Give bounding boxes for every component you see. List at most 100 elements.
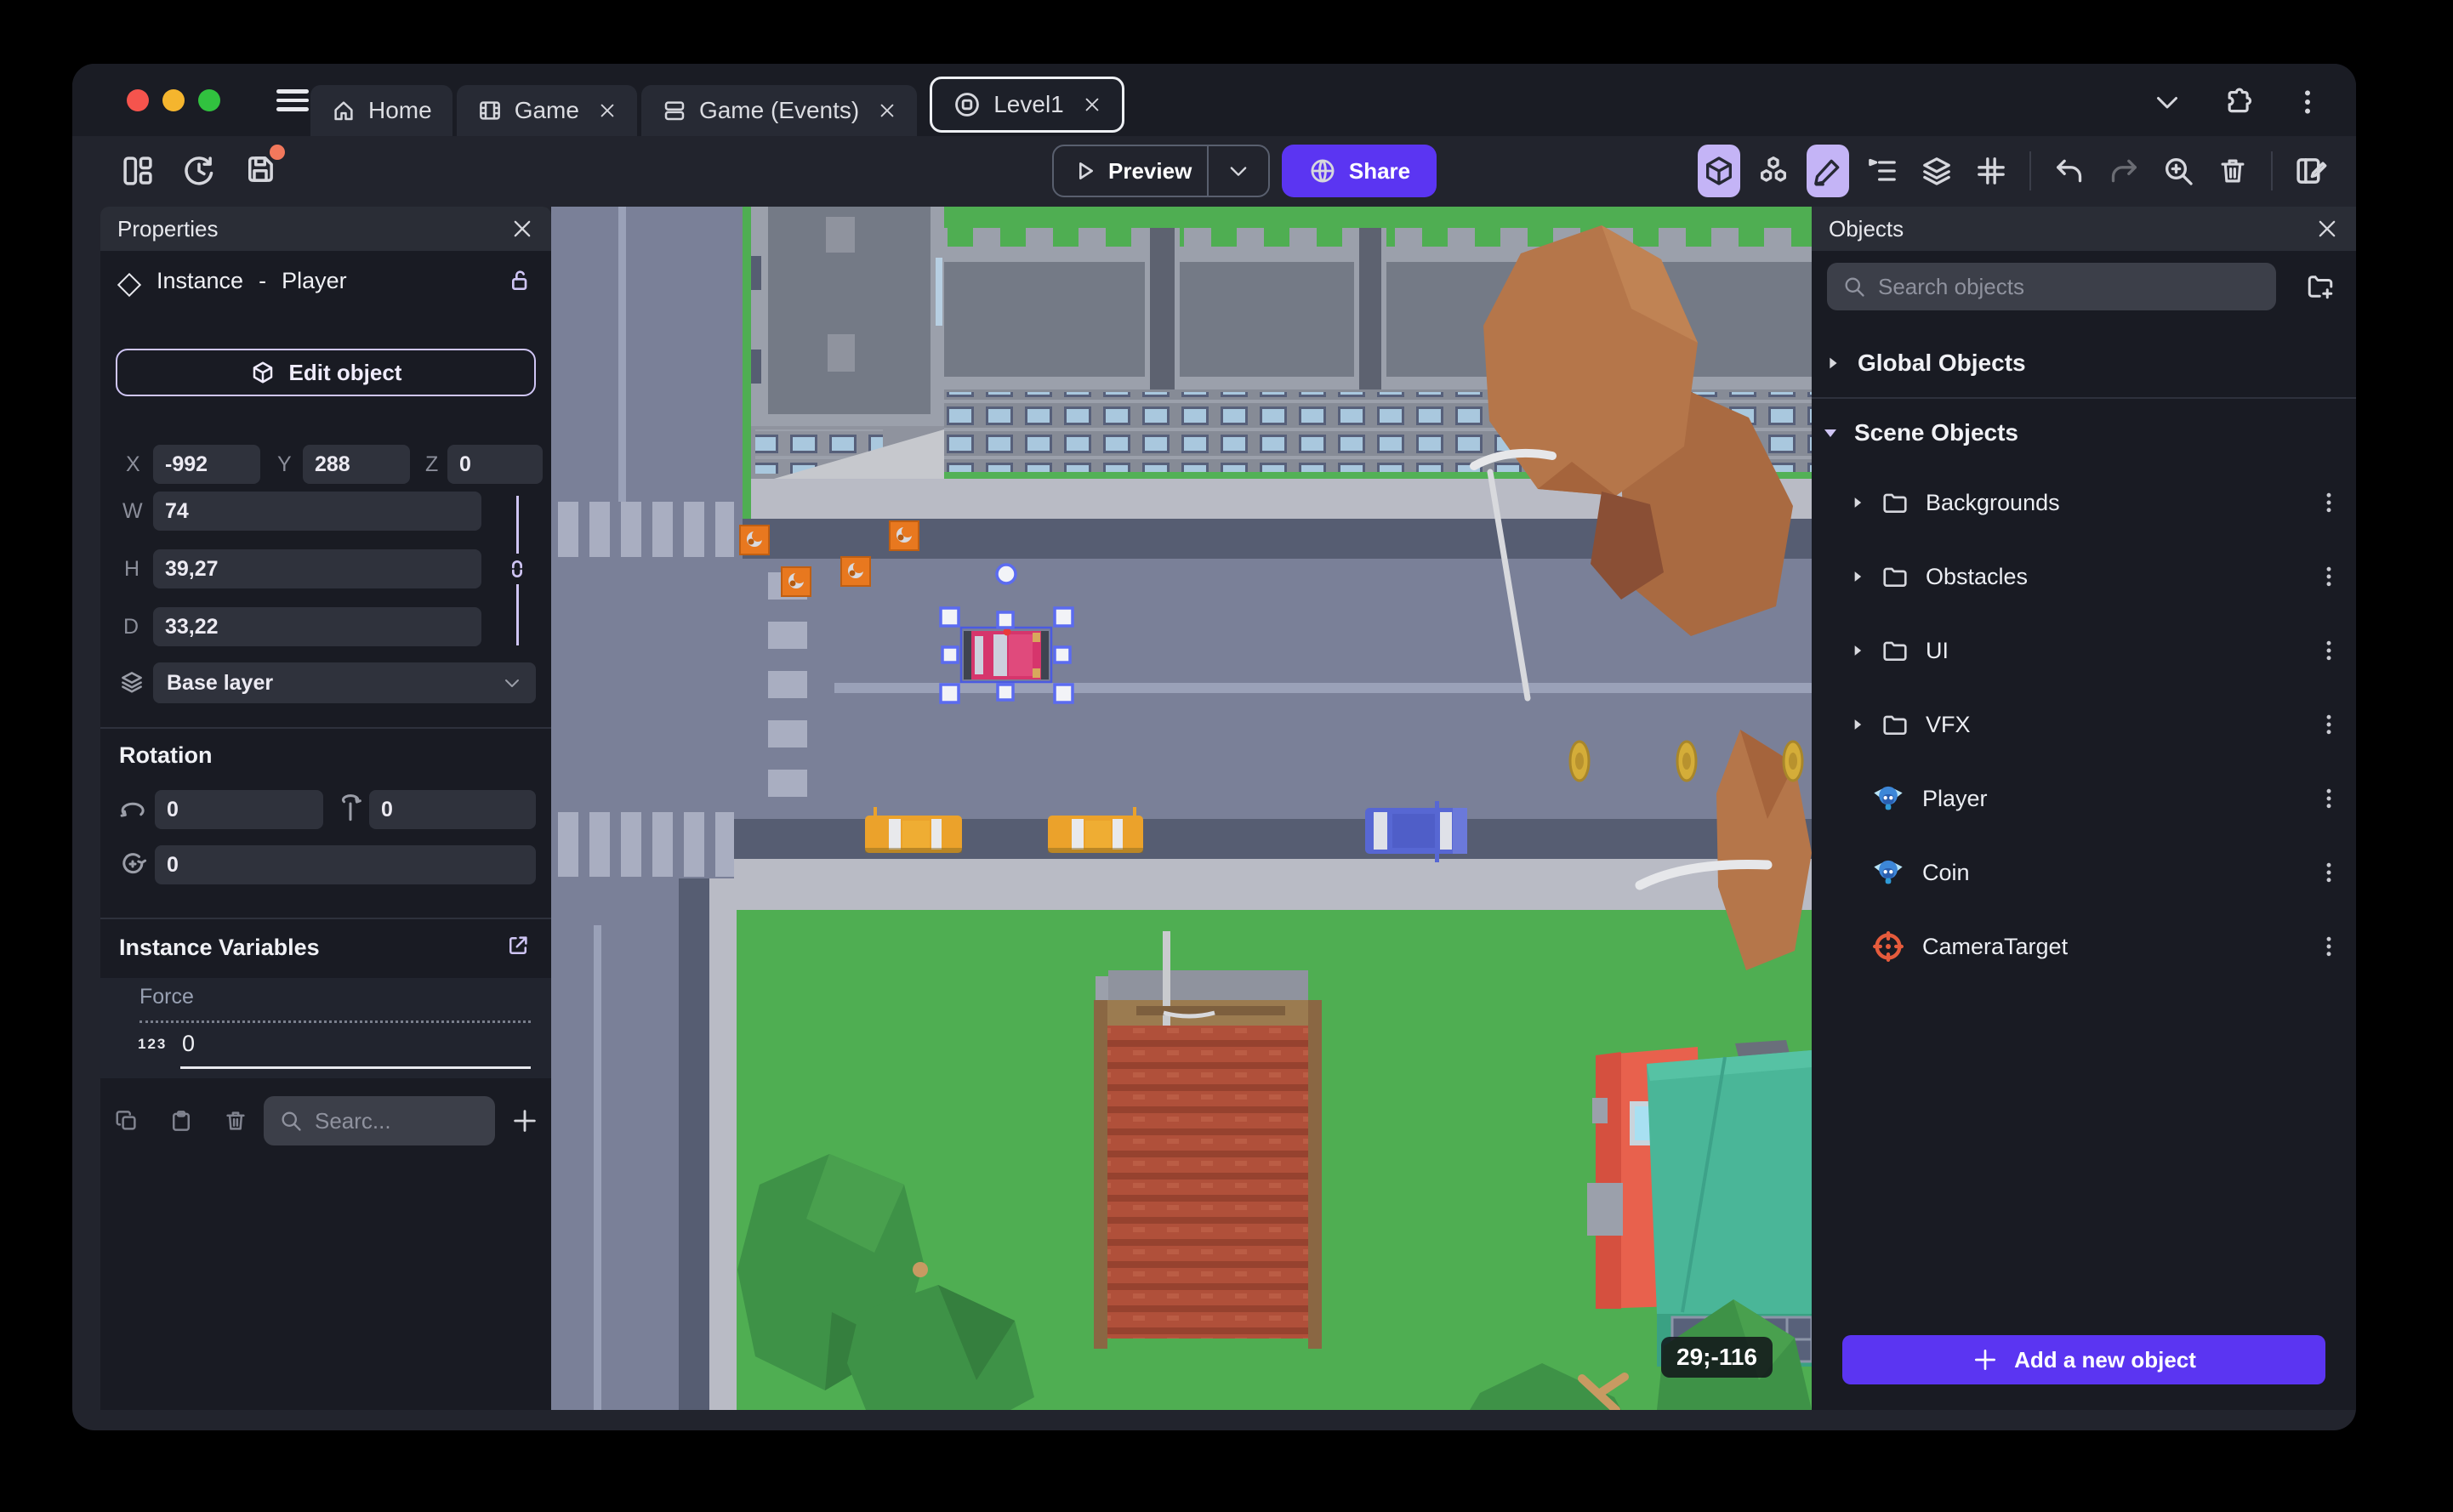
tree-item-coin[interactable]: Coin (1812, 847, 2356, 898)
undo-button[interactable] (2048, 145, 2091, 197)
close-window-button[interactable] (127, 89, 149, 111)
tree-item-label: Backgrounds (1926, 489, 2060, 515)
collapse-tabs-icon[interactable] (2152, 87, 2183, 117)
open-variables-external-icon[interactable] (505, 933, 531, 958)
objects-search[interactable] (1827, 263, 2276, 310)
variable-type-badge: 123 (138, 1036, 168, 1052)
tree-item-label: Coin (1922, 859, 1970, 885)
main-menu-icon[interactable] (276, 84, 309, 117)
section-scene-objects[interactable]: Scene Objects (1812, 406, 2356, 460)
folder-icon (1881, 489, 1909, 516)
globe-icon (1311, 159, 1335, 183)
tab-home[interactable]: Home (310, 85, 452, 136)
layers-icon (1923, 157, 1950, 185)
tab-close-icon[interactable] (1083, 95, 1101, 114)
tab-close-icon[interactable] (878, 101, 896, 120)
maximize-window-button[interactable] (198, 89, 220, 111)
rotate-handle[interactable] (995, 563, 1017, 585)
delete-variable-icon[interactable] (223, 1108, 248, 1134)
section-label: Scene Objects (1854, 419, 2018, 446)
variables-search[interactable] (264, 1096, 495, 1145)
preview-options-button[interactable] (1209, 159, 1268, 183)
game-object-car-blue[interactable] (1365, 801, 1467, 862)
unlock-icon[interactable] (505, 266, 532, 293)
copy-icon[interactable] (114, 1108, 139, 1134)
tab-game-events[interactable]: Game (Events) (640, 85, 918, 136)
item-menu-kebab-icon[interactable] (2317, 491, 2341, 514)
close-properties-icon[interactable] (510, 217, 534, 241)
variables-search-input[interactable] (315, 1107, 456, 1134)
game-object-tower[interactable] (1094, 931, 1322, 1349)
variable-name: Force (139, 985, 194, 1009)
layers-button[interactable] (1915, 145, 1958, 197)
z-input[interactable] (447, 445, 543, 484)
instances-icon-button[interactable] (1752, 145, 1795, 197)
cube-3d-icon (1706, 156, 1732, 185)
w-input[interactable] (153, 492, 481, 531)
item-menu-kebab-icon[interactable] (2317, 861, 2341, 884)
history-icon[interactable] (181, 153, 217, 189)
view-3d-toggle[interactable] (1698, 145, 1740, 197)
tree-item-player[interactable]: Player (1812, 773, 2356, 824)
scene-icon (955, 93, 980, 117)
undo-icon (2057, 159, 2082, 183)
rotation-y-input[interactable] (369, 790, 536, 829)
rotation-x-input[interactable] (155, 790, 323, 829)
x-label: X (126, 452, 140, 476)
tree-item-ui[interactable]: UI (1812, 625, 2356, 676)
tab-close-icon[interactable] (598, 101, 617, 120)
panels-layout-icon[interactable] (120, 153, 156, 189)
object-3d-model-icon (1874, 860, 1903, 884)
open-editor-button[interactable] (2290, 145, 2332, 197)
tab-game[interactable]: Game (456, 85, 637, 136)
variable-row[interactable]: Force 123 0 (100, 978, 551, 1078)
y-input[interactable] (303, 445, 410, 484)
rotate-z-icon (122, 853, 147, 874)
zoom-button[interactable] (2157, 145, 2200, 197)
x-input[interactable] (153, 445, 260, 484)
window-menu-kebab-icon[interactable] (2293, 88, 2322, 117)
rotation-z-input[interactable] (155, 845, 536, 884)
close-objects-icon[interactable] (2315, 217, 2339, 241)
preview-button[interactable]: Preview (1052, 145, 1270, 197)
h-input[interactable] (153, 549, 481, 588)
tree-item-vfx[interactable]: VFX (1812, 699, 2356, 750)
new-folder-icon[interactable] (2305, 271, 2336, 302)
paste-icon[interactable] (168, 1108, 194, 1134)
tree-item-backgrounds[interactable]: Backgrounds (1812, 477, 2356, 528)
scene-canvas[interactable]: 29;-116 (551, 207, 1812, 1410)
layer-select[interactable]: Base layer (153, 662, 536, 703)
tree-item-cameratarget[interactable]: CameraTarget (1812, 921, 2356, 972)
item-menu-kebab-icon[interactable] (2317, 787, 2341, 810)
objects-search-input[interactable] (1878, 273, 2171, 300)
item-menu-kebab-icon[interactable] (2317, 713, 2341, 736)
edit-mode-toggle[interactable] (1807, 145, 1849, 197)
search-icon (1842, 275, 1866, 298)
instances-list-button[interactable] (1861, 145, 1904, 197)
share-button[interactable]: Share (1282, 145, 1437, 197)
item-menu-kebab-icon[interactable] (2317, 935, 2341, 958)
minimize-window-button[interactable] (162, 89, 185, 111)
extensions-puzzle-icon[interactable] (2222, 86, 2254, 118)
delete-button[interactable] (2211, 145, 2254, 197)
separator: - (259, 268, 267, 293)
properties-panel: Properties Instance - Player Edit object… (100, 207, 551, 1410)
d-input[interactable] (153, 607, 481, 646)
add-variable-icon[interactable] (510, 1106, 539, 1135)
game-object-player-car-selected[interactable] (959, 626, 1053, 684)
grid-button[interactable] (1970, 145, 2012, 197)
add-new-object-button[interactable]: Add a new object (1842, 1335, 2325, 1384)
item-menu-kebab-icon[interactable] (2317, 565, 2341, 588)
scene-svg[interactable] (551, 207, 1812, 1410)
redo-button[interactable] (2103, 145, 2145, 197)
variable-value[interactable]: 0 (182, 1031, 195, 1057)
section-global-objects[interactable]: Global Objects (1812, 336, 2356, 390)
tree-item-obstacles[interactable]: Obstacles (1812, 551, 2356, 602)
object-3d-model-icon (1874, 786, 1903, 810)
tab-level1[interactable]: Level1 (930, 77, 1124, 133)
home-icon (334, 101, 353, 121)
item-menu-kebab-icon[interactable] (2317, 639, 2341, 662)
game-object-building-left[interactable] (751, 207, 944, 479)
edit-object-button[interactable]: Edit object (116, 349, 536, 396)
link-dimensions-icon[interactable] (504, 555, 531, 583)
